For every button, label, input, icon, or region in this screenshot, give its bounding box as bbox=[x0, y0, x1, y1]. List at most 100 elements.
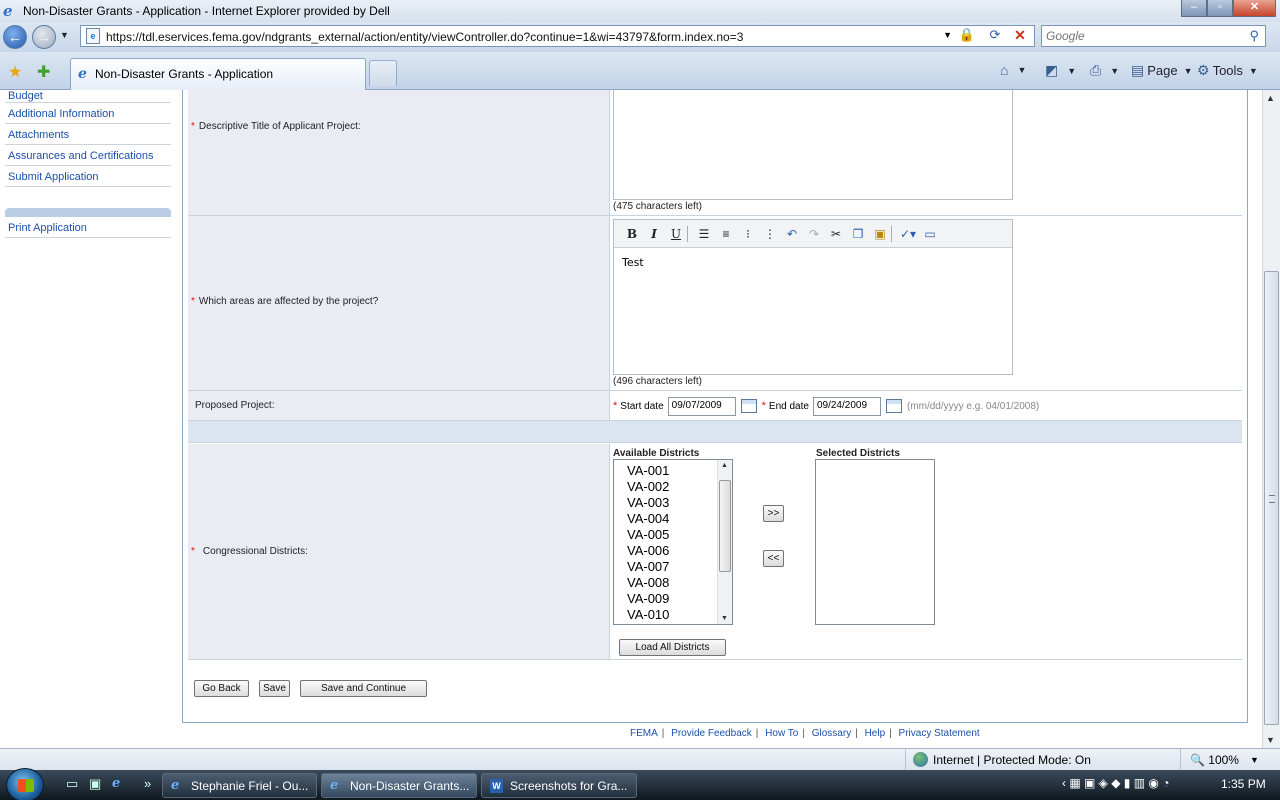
sidebar-item-additional-information[interactable]: Additional Information bbox=[5, 103, 171, 124]
selected-districts-list[interactable] bbox=[815, 459, 935, 625]
start-date-calendar-icon[interactable] bbox=[740, 399, 757, 413]
bold-button[interactable]: B bbox=[621, 224, 643, 244]
sidebar-item-print-application[interactable]: Print Application bbox=[5, 217, 171, 238]
zoom-dropdown-icon[interactable]: ▼ bbox=[1250, 755, 1259, 765]
footer-links: FEMA | Provide Feedback | How To | Glossary… bbox=[630, 728, 980, 739]
footer-link-glossary[interactable]: Glossary bbox=[812, 728, 851, 739]
footer-link-how-to[interactable]: How To bbox=[765, 728, 798, 739]
district-option[interactable]: VA-002 bbox=[627, 479, 669, 495]
search-box[interactable]: ⚲ bbox=[1041, 25, 1266, 47]
status-divider bbox=[1180, 749, 1181, 771]
taskbar-item-screenshots-doc[interactable]: W Screenshots for Gra... bbox=[481, 773, 637, 798]
forward-button[interactable]: → bbox=[32, 25, 56, 49]
numbered-list-icon[interactable]: ⋮ bbox=[759, 224, 781, 244]
page-menu[interactable]: ▤ Page ▼ bbox=[1131, 62, 1193, 79]
tools-menu[interactable]: ⚙ Tools ▼ bbox=[1197, 62, 1258, 79]
show-desktop-icon[interactable]: ▭ bbox=[66, 776, 78, 792]
quicklaunch-more-icon[interactable]: » bbox=[144, 776, 151, 791]
footer-link-help[interactable]: Help bbox=[865, 728, 886, 739]
new-tab-button[interactable] bbox=[369, 60, 397, 86]
district-option[interactable]: VA-006 bbox=[627, 543, 669, 559]
taskbar-item-non-disaster-grants[interactable]: e Non-Disaster Grants... bbox=[321, 773, 477, 798]
save-and-continue-button[interactable]: Save and Continue bbox=[300, 680, 427, 697]
feeds-button[interactable]: ◩ ▼ bbox=[1045, 62, 1076, 79]
sidebar-item-attachments[interactable]: Attachments bbox=[5, 124, 171, 145]
minimize-button[interactable]: – bbox=[1181, 0, 1207, 17]
recent-pages-dropdown-icon[interactable]: ▼ bbox=[60, 30, 69, 40]
redo-icon[interactable]: ↷ bbox=[803, 224, 825, 244]
address-bar[interactable]: e https://tdl.eservices.fema.gov/ndgrant… bbox=[80, 25, 1035, 47]
district-option[interactable]: VA-003 bbox=[627, 495, 669, 511]
home-button[interactable]: ⌂ ▼ bbox=[1000, 62, 1026, 78]
italic-button[interactable]: I bbox=[643, 224, 665, 244]
tab-title: Non-Disaster Grants - Application bbox=[95, 67, 274, 81]
page-scrollbar[interactable]: ▲ ▼ bbox=[1262, 90, 1280, 748]
bullet-list-icon[interactable]: ⁝ bbox=[737, 224, 759, 244]
favorites-star-icon[interactable]: ★ bbox=[8, 62, 22, 82]
page-scrollbar-thumb[interactable] bbox=[1264, 271, 1279, 725]
print-button[interactable]: ⎙ ▼ bbox=[1090, 62, 1119, 79]
available-districts-list[interactable]: VA-001 VA-002 VA-003 VA-004 VA-005 VA-006 VA-0… bbox=[613, 459, 733, 625]
save-button[interactable]: Save bbox=[259, 680, 290, 697]
system-tray-icons[interactable]: ‹ ▦ ▣ ◈ ◆ ▮ ▥ ◉ ◔ bbox=[1062, 776, 1169, 790]
load-all-districts-button[interactable]: Load All Districts bbox=[619, 639, 726, 656]
tab-non-disaster-grants[interactable]: e Non-Disaster Grants - Application bbox=[70, 58, 366, 90]
align-left-icon[interactable]: ☰ bbox=[693, 224, 715, 244]
remove-district-button[interactable]: << bbox=[763, 550, 784, 567]
footer-link-provide-feedback[interactable]: Provide Feedback bbox=[671, 728, 752, 739]
district-option[interactable]: VA-001 bbox=[627, 463, 669, 479]
cut-icon[interactable]: ✂ bbox=[825, 224, 847, 244]
district-option[interactable]: VA-008 bbox=[627, 575, 669, 591]
scroll-down-arrow-icon[interactable]: ▼ bbox=[721, 615, 728, 622]
refresh-icon[interactable]: ⟳ bbox=[984, 27, 1006, 45]
underline-button[interactable]: U bbox=[665, 224, 687, 244]
start-date-input[interactable]: 09/07/2009 bbox=[667, 396, 736, 416]
end-date-calendar-icon[interactable] bbox=[885, 399, 902, 413]
district-option[interactable]: VA-007 bbox=[627, 559, 669, 575]
areas-rich-text-editor[interactable]: B I U ☰ ≡ ⁝ ⋮ ↶ ↷ ✂ ❐ ▣ ✓▾ ▭ Test bbox=[613, 219, 1013, 375]
districts-label: * Congressional Districts: bbox=[191, 546, 308, 557]
stop-icon[interactable]: ✕ bbox=[1009, 27, 1031, 45]
scroll-up-arrow-icon[interactable]: ▲ bbox=[721, 462, 728, 469]
ie-quicklaunch-icon[interactable]: e bbox=[112, 776, 120, 791]
footer-link-fema[interactable]: FEMA bbox=[630, 728, 658, 739]
close-button[interactable]: ✕ bbox=[1233, 0, 1276, 17]
align-center-icon[interactable]: ≡ bbox=[715, 224, 737, 244]
footer-link-privacy-statement[interactable]: Privacy Statement bbox=[899, 728, 980, 739]
add-favorites-icon[interactable]: ✚ bbox=[37, 62, 50, 82]
paste-icon[interactable]: ▣ bbox=[869, 224, 891, 244]
security-zone-text[interactable]: Internet | Protected Mode: On bbox=[933, 753, 1091, 767]
undo-icon[interactable]: ↶ bbox=[781, 224, 803, 244]
add-district-button[interactable]: >> bbox=[763, 505, 784, 522]
district-option[interactable]: VA-009 bbox=[627, 591, 669, 607]
zoom-level[interactable]: 🔍 100% bbox=[1190, 753, 1239, 767]
address-dropdown-icon[interactable]: ▼ bbox=[943, 30, 952, 40]
maximize-button[interactable]: ▫ bbox=[1207, 0, 1233, 17]
district-option[interactable]: VA-005 bbox=[627, 527, 669, 543]
title-field-textarea[interactable] bbox=[613, 90, 1013, 200]
address-url[interactable]: https://tdl.eservices.fema.gov/ndgrants_… bbox=[106, 30, 743, 44]
taskbar-item-outlook[interactable]: e Stephanie Friel - Ou... bbox=[162, 773, 317, 798]
scrollbar-thumb[interactable] bbox=[719, 480, 731, 572]
back-button[interactable]: ← bbox=[3, 25, 27, 49]
fullscreen-icon[interactable]: ▭ bbox=[919, 224, 941, 244]
spellcheck-icon[interactable]: ✓▾ bbox=[897, 224, 919, 244]
sidebar-item-assurances[interactable]: Assurances and Certifications bbox=[5, 145, 171, 166]
go-back-button[interactable]: Go Back bbox=[194, 680, 249, 697]
page-scroll-up-icon[interactable]: ▲ bbox=[1266, 93, 1275, 103]
page-scroll-down-icon[interactable]: ▼ bbox=[1266, 735, 1275, 745]
search-icon[interactable]: ⚲ bbox=[1249, 28, 1259, 44]
date-range-fields: * Start date 09/07/2009 * End date 09/24… bbox=[613, 396, 1039, 416]
search-input[interactable] bbox=[1046, 29, 1236, 43]
switch-windows-icon[interactable]: ▣ bbox=[89, 776, 101, 792]
sidebar-item-budget[interactable]: Budget bbox=[5, 90, 171, 103]
end-date-input[interactable]: 09/24/2009 bbox=[812, 396, 881, 416]
district-option[interactable]: VA-010 bbox=[627, 607, 669, 623]
district-option[interactable]: VA-004 bbox=[627, 511, 669, 527]
start-button[interactable] bbox=[6, 768, 44, 800]
clock[interactable]: 1:35 PM bbox=[1221, 777, 1266, 791]
lock-icon[interactable]: 🔒 bbox=[958, 27, 976, 45]
copy-icon[interactable]: ❐ bbox=[847, 224, 869, 244]
available-districts-scrollbar[interactable]: ▲ ▼ bbox=[717, 460, 732, 624]
sidebar-item-submit-application[interactable]: Submit Application bbox=[5, 166, 171, 187]
